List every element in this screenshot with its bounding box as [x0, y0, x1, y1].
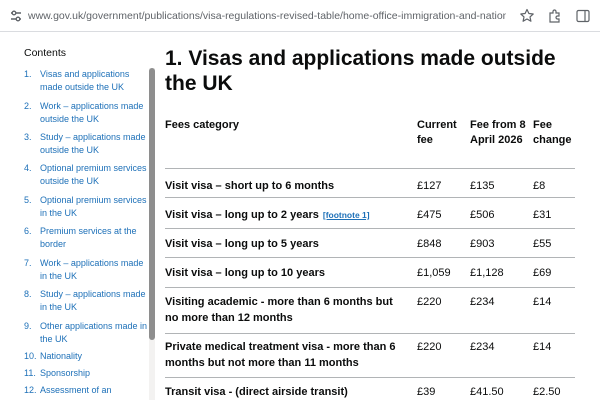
- contents-item-label[interactable]: Nationality: [24, 350, 148, 363]
- fee-category-cell: Visit visa – long up to 10 years: [165, 267, 325, 279]
- current-fee-cell: £220: [417, 296, 442, 308]
- contents-item-10[interactable]: 10. Nationality: [24, 350, 148, 363]
- header-fee-change: Fee change: [533, 119, 572, 146]
- table-row: Visit visa – short up to 6 months £127 £…: [165, 169, 575, 198]
- contents-item-12[interactable]: 12. Assessment of an: [24, 384, 148, 397]
- new-fee-cell: £506: [470, 209, 495, 221]
- fee-category-cell: Visit visa – long up to 2 years [footnote…: [165, 207, 405, 223]
- fee-change-cell: £2.50: [533, 386, 561, 398]
- contents-item-2[interactable]: 2. Work – applications made outside the …: [24, 100, 148, 125]
- contents-item-number: 2.: [24, 101, 32, 111]
- url-text[interactable]: www.gov.uk/government/publications/visa-…: [28, 9, 506, 23]
- contents-item-9[interactable]: 9. Other applications made in the UK: [24, 320, 148, 345]
- fee-category-cell: Visit visa – short up to 6 months: [165, 180, 335, 192]
- contents-item-label[interactable]: Study – applications made outside the UK: [24, 131, 148, 156]
- table-row: Visit visa – long up to 2 years [footnote…: [165, 198, 575, 229]
- contents-item-number: 10.: [24, 351, 37, 361]
- contents-item-number: 9.: [24, 321, 32, 331]
- fee-category-cell: Transit visa - (direct airside transit): [165, 386, 348, 398]
- table-row: Visit visa – long up to 5 years £848 £90…: [165, 229, 575, 258]
- new-fee-cell: £234: [470, 296, 495, 308]
- footnote-link[interactable]: [footnote 1]: [323, 210, 370, 220]
- contents-item-number: 4.: [24, 163, 32, 173]
- table-row: Visiting academic - more than 6 months b…: [165, 288, 575, 334]
- page-title: 1. Visas and applications made outside t…: [165, 47, 556, 95]
- contents-item-label[interactable]: Other applications made in the UK: [24, 320, 148, 345]
- extensions-icon[interactable]: [546, 7, 564, 25]
- fee-category-cell: Private medical treatment visa - more th…: [165, 341, 396, 369]
- contents-item-number: 5.: [24, 195, 32, 205]
- contents-item-6[interactable]: 6. Premium services at the border: [24, 225, 148, 250]
- current-fee-cell: £39: [417, 386, 436, 398]
- site-info-icon[interactable]: [8, 8, 24, 24]
- fee-change-cell: £14: [533, 296, 552, 308]
- new-fee-cell: £903: [470, 238, 495, 250]
- contents-item-label[interactable]: Optional premium services outside the UK: [24, 162, 148, 187]
- contents-item-label[interactable]: Work – applications made outside the UK: [24, 100, 148, 125]
- contents-item-label[interactable]: Study – applications made in the UK: [24, 288, 148, 313]
- browser-address-bar: www.gov.uk/government/publications/visa-…: [0, 0, 600, 32]
- contents-item-11[interactable]: 11. Sponsorship: [24, 367, 148, 380]
- table-row: Transit visa - (direct airside transit) …: [165, 378, 575, 400]
- current-fee-cell: £848: [417, 238, 442, 250]
- contents-item-7[interactable]: 7. Work – applications made in the UK: [24, 257, 148, 282]
- contents-item-1[interactable]: 1. Visas and applications made outside t…: [24, 68, 148, 93]
- contents-item-number: 7.: [24, 258, 32, 268]
- contents-item-3[interactable]: 3. Study – applications made outside the…: [24, 131, 148, 156]
- contents-item-label[interactable]: Sponsorship: [24, 367, 148, 380]
- contents-item-label[interactable]: Optional premium services in the UK: [24, 194, 148, 219]
- fee-change-cell: £31: [533, 209, 552, 221]
- new-fee-cell: £1,128: [470, 267, 504, 279]
- header-fees-category: Fees category: [165, 119, 239, 131]
- new-fee-cell: £234: [470, 341, 495, 353]
- table-row: Visit visa – long up to 10 years £1,059 …: [165, 258, 575, 288]
- side-panel-icon[interactable]: [574, 7, 592, 25]
- fee-category-text: Visit visa – long up to 2 years: [165, 209, 319, 221]
- contents-item-number: 8.: [24, 289, 32, 299]
- fee-change-cell: £69: [533, 267, 552, 279]
- current-fee-cell: £1,059: [417, 267, 451, 279]
- fee-category-cell: Visit visa – long up to 5 years: [165, 238, 319, 250]
- contents-heading: Contents: [24, 47, 67, 59]
- fee-change-cell: £55: [533, 238, 552, 250]
- contents-item-number: 12.: [24, 385, 37, 395]
- contents-item-4[interactable]: 4. Optional premium services outside the…: [24, 162, 148, 187]
- contents-item-number: 6.: [24, 226, 32, 236]
- contents-item-label[interactable]: Premium services at the border: [24, 225, 148, 250]
- table-row: Private medical treatment visa - more th…: [165, 334, 575, 378]
- contents-item-8[interactable]: 8. Study – applications made in the UK: [24, 288, 148, 313]
- current-fee-cell: £475: [417, 209, 442, 221]
- bookmark-star-icon[interactable]: [518, 7, 536, 25]
- contents-item-number: 3.: [24, 132, 32, 142]
- contents-item-5[interactable]: 5. Optional premium services in the UK: [24, 194, 148, 219]
- contents-scrollbar-thumb[interactable]: [149, 68, 155, 340]
- contents-item-label[interactable]: Assessment of an: [24, 384, 148, 397]
- header-fee-from: Fee from 8 April 2026: [470, 119, 526, 146]
- contents-item-label[interactable]: Visas and applications made outside the …: [24, 68, 148, 93]
- current-fee-cell: £127: [417, 180, 442, 192]
- fee-change-cell: £8: [533, 180, 546, 192]
- new-fee-cell: £135: [470, 180, 495, 192]
- fee-change-cell: £14: [533, 341, 552, 353]
- fee-category-cell: Visiting academic - more than 6 months b…: [165, 296, 393, 324]
- contents-item-number: 1.: [24, 69, 32, 79]
- header-current-fee: Current fee: [417, 119, 457, 146]
- contents-item-number: 11.: [24, 368, 36, 378]
- new-fee-cell: £41.50: [470, 386, 504, 398]
- contents-item-label[interactable]: Work – applications made in the UK: [24, 257, 148, 282]
- current-fee-cell: £220: [417, 341, 442, 353]
